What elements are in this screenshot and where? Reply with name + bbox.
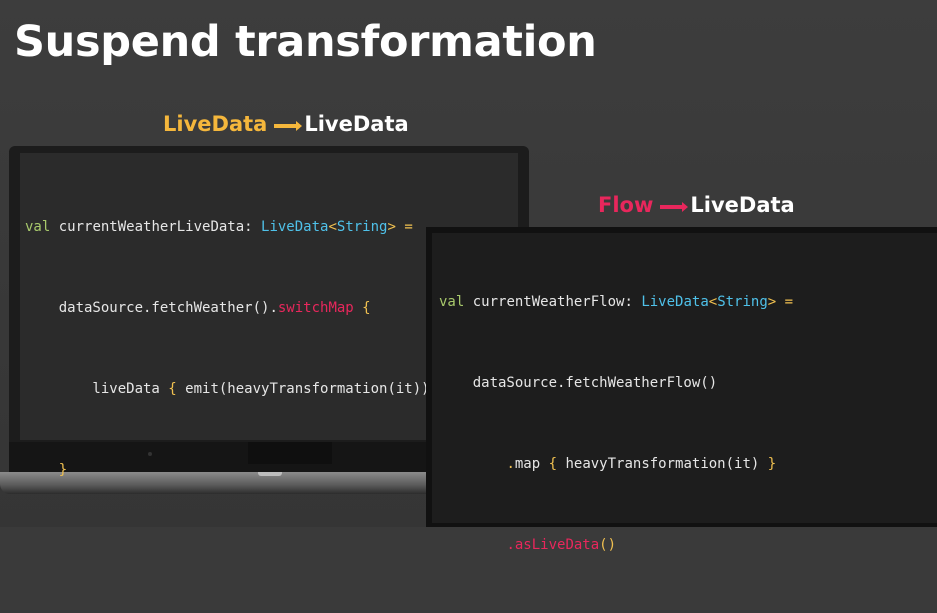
label-from-flow: Flow bbox=[598, 193, 654, 217]
code-bracket: { bbox=[168, 381, 177, 397]
code-type: LiveData bbox=[641, 294, 709, 310]
code-highlight: switchMap bbox=[277, 300, 354, 316]
code-line: val currentWeatherLiveData: LiveData<Str… bbox=[25, 214, 495, 241]
code-text: liveData bbox=[25, 381, 169, 397]
arrow-right-icon bbox=[274, 121, 303, 131]
code-bracket: < bbox=[708, 294, 718, 310]
code-bracket: { bbox=[540, 456, 558, 472]
code-text: currentWeatherLiveData: bbox=[50, 219, 262, 235]
label-to-livedata: LiveData bbox=[304, 112, 409, 136]
code-bracket: } bbox=[25, 462, 68, 478]
code-line: } bbox=[25, 457, 495, 484]
livedata-code-block: val currentWeatherLiveData: LiveData<Str… bbox=[25, 160, 495, 538]
code-type: String bbox=[717, 294, 768, 310]
arrow-right-icon bbox=[660, 202, 689, 212]
flow-code-block: val currentWeatherFlow: LiveData<String>… bbox=[439, 235, 793, 613]
code-type: LiveData bbox=[261, 219, 329, 235]
code-bracket: > bbox=[767, 294, 777, 310]
code-highlight: asLiveData bbox=[514, 537, 600, 553]
code-line: dataSource.fetchWeatherFlow() bbox=[439, 370, 793, 397]
label-to-livedata: LiveData bbox=[690, 193, 795, 217]
code-highlight: . bbox=[506, 537, 515, 553]
code-text: map bbox=[514, 456, 541, 472]
code-operator: = bbox=[395, 219, 413, 235]
code-text: heavyTransformation(it) bbox=[557, 456, 768, 472]
code-type: String bbox=[336, 219, 388, 235]
livedata-to-livedata-label: LiveData LiveData bbox=[163, 112, 409, 136]
code-bracket: () bbox=[599, 537, 617, 553]
code-text: . bbox=[269, 300, 278, 316]
code-operator: = bbox=[776, 294, 794, 310]
code-line: liveData { emit(heavyTransformation(it))… bbox=[25, 376, 495, 403]
code-text: dataSource.fetchWeatherFlow() bbox=[439, 375, 718, 391]
code-text: . bbox=[506, 456, 515, 472]
code-text: emit(heavyTransformation(it)) } bbox=[176, 381, 447, 397]
code-text: currentWeatherFlow: bbox=[464, 294, 642, 310]
code-bracket: > bbox=[387, 219, 396, 235]
slide: Suspend transformation LiveData LiveData… bbox=[0, 0, 937, 553]
code-line: .asLiveData() bbox=[439, 532, 793, 559]
slide-title: Suspend transformation bbox=[14, 17, 597, 67]
label-from-livedata: LiveData bbox=[163, 112, 268, 136]
code-line: val currentWeatherFlow: LiveData<String>… bbox=[439, 289, 793, 316]
code-bracket: { bbox=[353, 300, 371, 316]
code-bracket: < bbox=[328, 219, 337, 235]
code-line: .map { heavyTransformation(it) } bbox=[439, 451, 793, 478]
code-line: dataSource.fetchWeather().switchMap { bbox=[25, 295, 495, 322]
code-keyword: val bbox=[25, 219, 51, 235]
code-text: dataSource.fetchWeather() bbox=[25, 300, 270, 316]
flow-to-livedata-label: Flow LiveData bbox=[598, 193, 795, 217]
code-bracket: } bbox=[767, 456, 777, 472]
code-keyword: val bbox=[439, 294, 465, 310]
